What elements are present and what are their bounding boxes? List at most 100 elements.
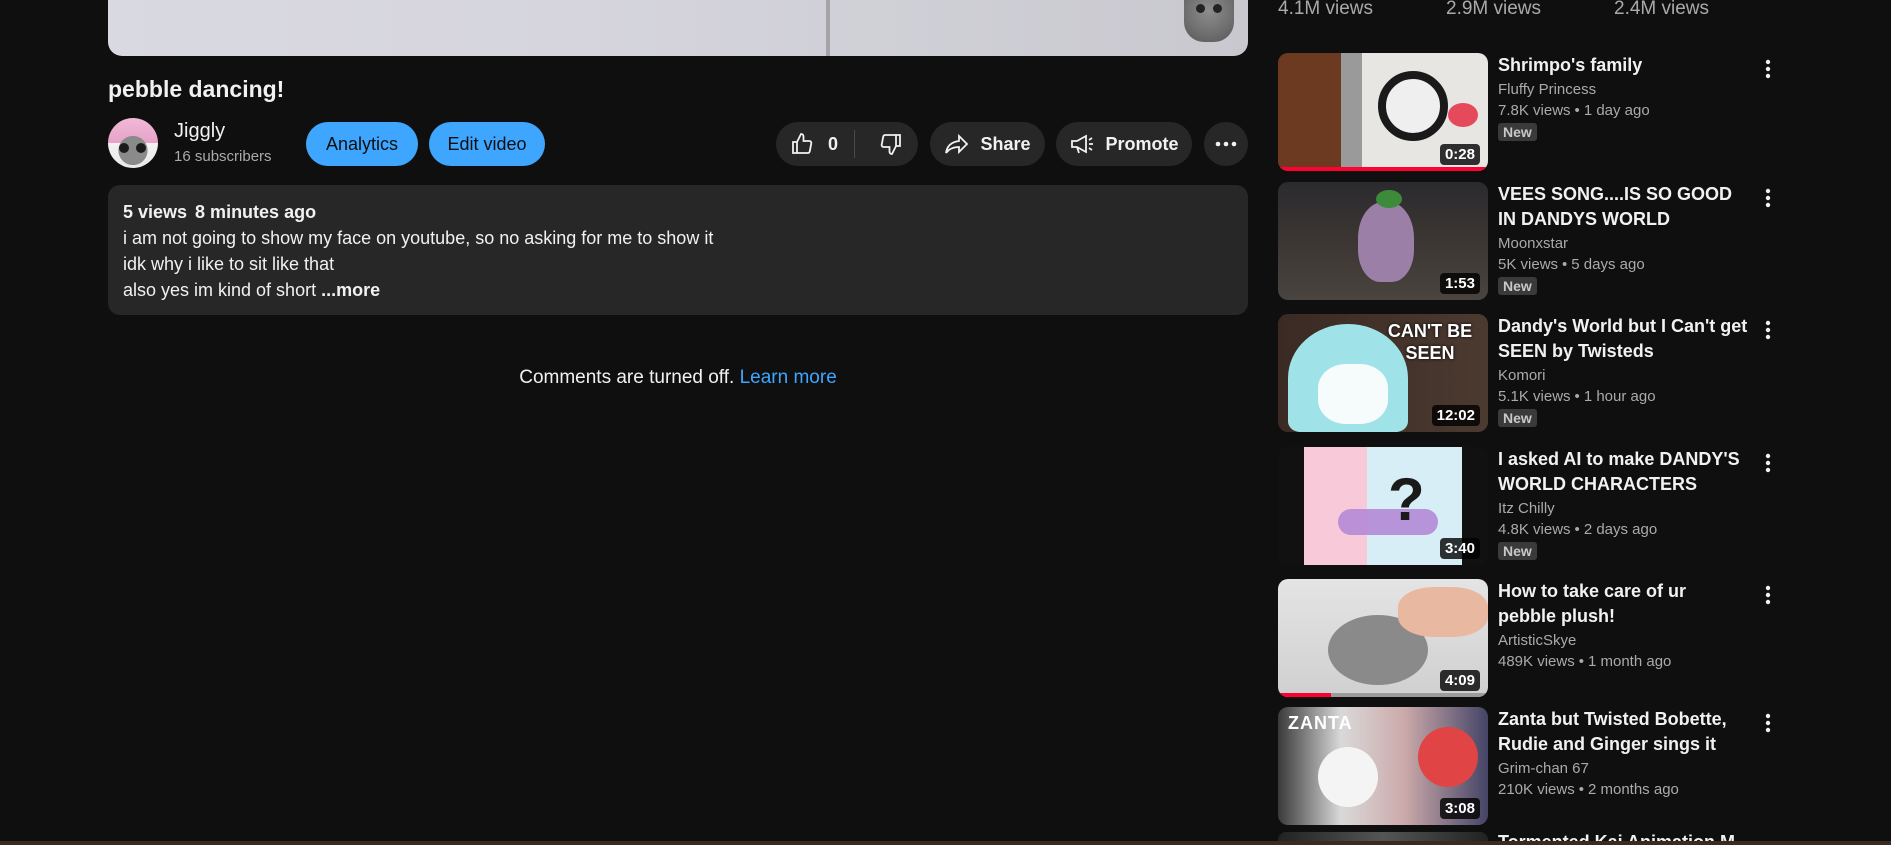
question-mark-icon: ? bbox=[1388, 466, 1425, 533]
analytics-button[interactable]: Analytics bbox=[306, 122, 418, 166]
recommended-video[interactable]: ZANTA 3:08 Zanta but Twisted Bobette, Ru… bbox=[1278, 707, 1788, 829]
learn-more-link[interactable]: Learn more bbox=[740, 367, 837, 388]
views: 5.1K views bbox=[1498, 388, 1571, 405]
more-vert-icon[interactable] bbox=[1756, 583, 1780, 607]
video-info: VEES SONG....IS SO GOOD IN DANDYS WORLD … bbox=[1498, 182, 1748, 296]
recommended-video[interactable]: ? 3:40 I asked AI to make DANDY'S WORLD … bbox=[1278, 447, 1788, 569]
watch-progress-bar bbox=[1278, 167, 1488, 171]
more-actions-button[interactable] bbox=[1204, 122, 1248, 166]
thumbs-up-icon bbox=[792, 133, 813, 154]
thumbnail-art bbox=[1448, 103, 1478, 127]
thumbnail-caption: CAN'T BE SEEN bbox=[1387, 321, 1473, 363]
description-line: also yes im kind of short ...more bbox=[123, 280, 1233, 301]
promote-button[interactable]: Promote bbox=[1056, 122, 1192, 166]
video-thumbnail[interactable]: ZANTA 3:08 bbox=[1278, 707, 1488, 825]
thumbnail-art bbox=[1378, 71, 1448, 141]
subscriber-count: 16 subscribers bbox=[174, 148, 272, 165]
views: 7.8K views bbox=[1498, 102, 1571, 119]
view-count-label: 2.9M views bbox=[1446, 0, 1542, 19]
new-badge: New bbox=[1498, 409, 1537, 427]
channel-name[interactable]: Moonxstar bbox=[1498, 235, 1748, 252]
video-duration: 3:08 bbox=[1439, 798, 1480, 819]
channel-name[interactable]: Jiggly bbox=[174, 120, 225, 143]
view-count: 5 views bbox=[123, 202, 188, 222]
more-vert-icon[interactable] bbox=[1756, 318, 1780, 342]
video-title-link[interactable]: VEES SONG....IS SO GOOD IN DANDYS WORLD bbox=[1498, 182, 1748, 232]
new-badge: New bbox=[1498, 542, 1537, 560]
more-vert-icon[interactable] bbox=[1756, 711, 1780, 735]
comments-off-text: Comments are turned off. bbox=[519, 367, 735, 388]
channel-avatar[interactable] bbox=[108, 118, 158, 168]
channel-name[interactable]: ArtisticSkye bbox=[1498, 632, 1748, 649]
recommended-video[interactable]: 1:53 VEES SONG....IS SO GOOD IN DANDYS W… bbox=[1278, 182, 1788, 304]
video-meta: 5.1K views • 1 hour ago bbox=[1498, 388, 1656, 405]
views: 489K views bbox=[1498, 653, 1575, 670]
age: 5 days ago bbox=[1571, 256, 1645, 273]
window-bottom-edge bbox=[0, 841, 1891, 845]
description-meta: 5 views 8 minutes ago bbox=[123, 202, 1233, 223]
video-meta: 4.8K views • 2 days ago bbox=[1498, 521, 1658, 538]
video-duration: 0:28 bbox=[1439, 144, 1480, 165]
age: 2 months ago bbox=[1587, 781, 1679, 798]
video-title-link[interactable]: Zanta but Twisted Bobette, Rudie and Gin… bbox=[1498, 707, 1748, 757]
video-meta: 489K views • 1 month ago bbox=[1498, 653, 1672, 670]
edit-video-button[interactable]: Edit video bbox=[429, 122, 545, 166]
video-thumbnail[interactable]: 0:28 bbox=[1278, 53, 1488, 171]
player-frame-detail bbox=[826, 0, 830, 56]
video-info: How to take care of ur pebble plush! Art… bbox=[1498, 579, 1748, 670]
comments-disabled-notice: Comments are turned off. Learn more bbox=[0, 367, 1356, 389]
more-link[interactable]: ...more bbox=[321, 280, 380, 300]
age: 1 day ago bbox=[1583, 102, 1650, 119]
video-thumbnail[interactable]: 4:09 bbox=[1278, 579, 1488, 697]
more-horizontal-icon bbox=[1215, 141, 1237, 147]
new-badge: New bbox=[1498, 123, 1537, 141]
views: 210K views bbox=[1498, 781, 1575, 798]
recommended-video[interactable]: 0:28 Shrimpo's family Fluffy Princess 7.… bbox=[1278, 53, 1788, 175]
channel-name[interactable]: Komori bbox=[1498, 367, 1748, 384]
thumbnail-caption: ZANTA bbox=[1288, 713, 1353, 733]
owner-row: Jiggly 16 subscribers Analytics Edit vid… bbox=[108, 116, 1248, 170]
views: 4.8K views bbox=[1498, 521, 1571, 538]
promote-label: Promote bbox=[1105, 133, 1179, 154]
upload-time: 8 minutes ago bbox=[195, 202, 317, 222]
previous-row-view-counts: 4.1M views 2.9M views 2.4M views bbox=[1278, 0, 1738, 19]
thumbnail-art bbox=[1318, 364, 1388, 424]
dislike-button[interactable] bbox=[865, 122, 903, 166]
channel-name[interactable]: Itz Chilly bbox=[1498, 500, 1748, 517]
video-meta: 210K views • 2 months ago bbox=[1498, 781, 1679, 798]
thumbnail-art bbox=[1398, 587, 1488, 637]
like-count: 0 bbox=[828, 133, 839, 154]
channel-name[interactable]: Grim-chan 67 bbox=[1498, 760, 1748, 777]
age: 1 month ago bbox=[1587, 653, 1672, 670]
like-button[interactable]: 0 bbox=[776, 122, 838, 166]
thumbnail-art bbox=[1376, 190, 1402, 208]
video-thumbnail[interactable]: CAN'T BE SEEN 12:02 bbox=[1278, 314, 1488, 432]
video-meta: 7.8K views • 1 day ago bbox=[1498, 102, 1650, 119]
video-title-link[interactable]: I asked AI to make DANDY'S WORLD CHARACT… bbox=[1498, 447, 1748, 497]
recommended-video[interactable]: CAN'T BE SEEN 12:02 Dandy's World but I … bbox=[1278, 314, 1788, 436]
description-box[interactable]: 5 views 8 minutes ago i am not going to … bbox=[108, 185, 1248, 315]
share-icon bbox=[945, 133, 969, 155]
video-title-link[interactable]: How to take care of ur pebble plush! bbox=[1498, 579, 1748, 629]
view-count-label: 2.4M views bbox=[1614, 0, 1710, 19]
view-count-label: 4.1M views bbox=[1278, 0, 1374, 19]
video-title-link[interactable]: Shrimpo's family bbox=[1498, 53, 1748, 78]
description-line-text: also yes im kind of short bbox=[123, 280, 317, 300]
video-meta: 5K views • 5 days ago bbox=[1498, 256, 1645, 273]
video-thumbnail[interactable]: 1:53 bbox=[1278, 182, 1488, 300]
video-thumbnail[interactable]: ? 3:40 bbox=[1278, 447, 1488, 565]
more-vert-icon[interactable] bbox=[1756, 57, 1780, 81]
thumbnail-art bbox=[1304, 447, 1462, 565]
thumbnail-art bbox=[1318, 747, 1378, 807]
video-title-link[interactable]: Dandy's World but I Can't get SEEN by Tw… bbox=[1498, 314, 1748, 364]
more-vert-icon[interactable] bbox=[1756, 186, 1780, 210]
video-info: Dandy's World but I Can't get SEEN by Tw… bbox=[1498, 314, 1748, 428]
player-frame-plush bbox=[1184, 0, 1234, 42]
like-dislike-group: 0 bbox=[776, 122, 918, 166]
share-button[interactable]: Share bbox=[930, 122, 1045, 166]
recommended-video[interactable]: 4:09 How to take care of ur pebble plush… bbox=[1278, 579, 1788, 701]
video-player[interactable] bbox=[108, 0, 1248, 56]
channel-name[interactable]: Fluffy Princess bbox=[1498, 81, 1748, 98]
age: 1 hour ago bbox=[1583, 388, 1656, 405]
more-vert-icon[interactable] bbox=[1756, 451, 1780, 475]
